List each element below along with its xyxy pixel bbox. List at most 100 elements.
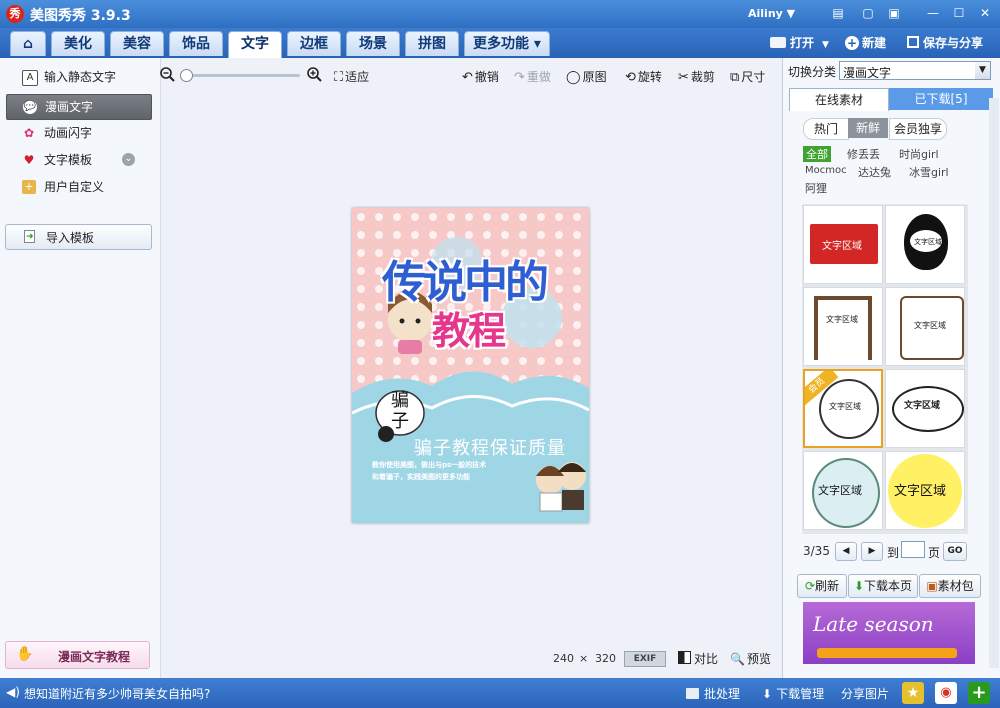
fit-icon: ⛶ xyxy=(334,70,344,85)
undo-button[interactable]: ↶ 撤销 xyxy=(462,68,499,85)
app-title: 美图秀秀 3.9.3 xyxy=(30,8,131,24)
tab-text[interactable]: 文字 xyxy=(228,31,282,58)
sidebar-item-custom[interactable]: + 用户自定义 xyxy=(6,175,150,199)
minimize-button[interactable]: — xyxy=(925,5,941,21)
tab-downloaded[interactable]: 已下载[5] xyxy=(889,88,993,110)
preview-icon: 🔍 xyxy=(730,652,745,666)
user-menu[interactable]: Ailiny ▼ xyxy=(748,7,795,20)
sidebar-item-static-text[interactable]: A 输入静态文字 xyxy=(6,65,150,89)
new-button[interactable]: + 新建 xyxy=(845,34,886,51)
tab-scene[interactable]: 场景 xyxy=(346,31,400,56)
author-3[interactable]: Mocmoc xyxy=(805,165,847,176)
zoom-in-icon[interactable] xyxy=(307,67,323,86)
open-button[interactable]: 打开 ▼ xyxy=(770,34,829,51)
page-number-input[interactable] xyxy=(901,541,925,558)
material-cell-vip[interactable]: 文字区域 会员 xyxy=(803,369,883,448)
download-manager-button[interactable]: ⬇ 下载管理 xyxy=(762,685,824,702)
rotate-button[interactable]: ⟲ 旋转 xyxy=(625,68,662,85)
pager-to-label: 到 xyxy=(887,546,900,560)
redo-button[interactable]: ↷ 重做 xyxy=(514,68,551,85)
maximize-button[interactable]: ☐ xyxy=(951,5,967,21)
preview-button[interactable]: 🔍 预览 xyxy=(730,650,771,667)
tab-collage[interactable]: 拼图 xyxy=(405,31,459,56)
tab-more[interactable]: 更多功能 ▾ xyxy=(464,31,550,56)
fit-button[interactable]: ⛶ 适应 xyxy=(334,68,369,85)
material-cell[interactable]: 文字区域 xyxy=(885,451,965,530)
package-icon: ▣ xyxy=(926,579,938,593)
tab-accessories[interactable]: 饰品 xyxy=(169,31,223,56)
add-icon[interactable]: + xyxy=(968,682,990,704)
prev-page-button[interactable]: ◀ xyxy=(835,542,857,561)
tab-border[interactable]: 边框 xyxy=(287,31,341,56)
undo-icon: ↶ xyxy=(462,70,473,85)
material-cell[interactable]: 文字区域 xyxy=(885,287,965,366)
next-page-button[interactable]: ▶ xyxy=(861,542,883,561)
poster-bubble-text: 骗子 xyxy=(391,390,409,432)
expand-icon[interactable]: ⌄ xyxy=(122,153,135,166)
material-cell[interactable]: 文字区域 xyxy=(885,369,965,448)
poster-title-line2: 教程 xyxy=(432,309,506,353)
go-button[interactable]: GO xyxy=(943,542,967,561)
download-page-button[interactable]: ⬇下载本页 xyxy=(848,574,918,598)
weibo-icon[interactable]: ◉ xyxy=(935,682,957,704)
plus-icon: + xyxy=(845,36,859,50)
skin-icon[interactable]: ▤ xyxy=(830,5,846,21)
author-2[interactable]: 时尚girl xyxy=(899,146,939,162)
zoom-slider-handle[interactable] xyxy=(180,69,193,82)
filter-new[interactable]: 新鲜 xyxy=(848,118,888,138)
right-scrollbar[interactable] xyxy=(989,98,999,668)
compare-button[interactable]: 对比 xyxy=(678,650,718,667)
zoom-slider[interactable] xyxy=(182,74,300,77)
poster-sub2: 和着骗子，实践美图的更多功能 xyxy=(372,473,470,481)
folder-icon xyxy=(770,37,786,48)
poster-sub1: 教你使用美图，做出与ps一般的技术 xyxy=(372,461,487,469)
image-canvas[interactable]: 传说中的 教程 骗子 骗子教程保证质量 教你使用美图，做出与ps一般的技术 和着… xyxy=(352,208,589,523)
filter-vip[interactable]: 会员独享 xyxy=(889,118,947,140)
poster-headline: 骗子教程保证质量 xyxy=(414,438,566,459)
original-button[interactable]: ◯ 原图 xyxy=(566,68,607,85)
author-4[interactable]: 达达兔 xyxy=(858,164,891,180)
tutorial-button[interactable]: ✋ 漫画文字教程 xyxy=(5,641,150,669)
batch-button[interactable]: 批处理 xyxy=(686,685,740,702)
message-icon[interactable]: ▢ xyxy=(860,5,876,21)
share-image-button[interactable]: 分享图片 xyxy=(841,685,889,702)
crop-button[interactable]: ✂ 裁剪 xyxy=(678,68,715,85)
refresh-button[interactable]: ⟳刷新 xyxy=(797,574,847,598)
filter-hot[interactable]: 热门 xyxy=(803,118,849,140)
material-cell[interactable]: 文字区域 xyxy=(803,451,883,530)
tab-beauty[interactable]: 美容 xyxy=(110,31,164,56)
promo-banner[interactable]: Late season xyxy=(803,602,975,664)
right-panel: 切换分类 漫画文字 ▼ 在线素材 已下载[5] 热门 新鲜 会员独享 全部 修丢… xyxy=(782,58,1000,678)
sidebar-item-text-template[interactable]: ♥ 文字模板 ⌄ xyxy=(6,148,150,172)
material-cell[interactable]: 文字区域 xyxy=(885,205,965,284)
author-all[interactable]: 全部 xyxy=(803,146,831,162)
import-template-button[interactable]: ➜ 导入模板 xyxy=(5,224,152,250)
folder-plus-icon: + xyxy=(22,180,36,194)
tab-beautify[interactable]: 美化 xyxy=(51,31,105,56)
material-cell[interactable]: 文字区域 xyxy=(803,205,883,284)
size-button[interactable]: ⧉ 尺寸 xyxy=(730,68,765,85)
exif-button[interactable]: EXIF xyxy=(624,651,666,667)
qzone-icon[interactable]: ★ xyxy=(902,682,924,704)
home-icon[interactable]: ⌂ xyxy=(10,31,46,56)
restore-icon[interactable]: ▣ xyxy=(886,5,902,21)
sidebar-item-comic-text[interactable]: 💬 漫画文字 xyxy=(6,94,152,120)
status-bar: ◀) 想知道附近有多少帅哥美女自拍吗? 批处理 ⬇ 下载管理 分享图片 ★ ◉ + xyxy=(0,678,1000,708)
flower-icon: ✿ xyxy=(23,126,35,140)
author-1[interactable]: 修丢丢 xyxy=(847,146,880,162)
category-select[interactable]: 漫画文字 ▼ xyxy=(839,61,991,80)
author-5[interactable]: 冰雪girl xyxy=(909,164,949,180)
status-message[interactable]: 想知道附近有多少帅哥美女自拍吗? xyxy=(24,685,210,702)
redo-icon: ↷ xyxy=(514,70,525,85)
import-icon: ➜ xyxy=(24,230,35,243)
material-cell[interactable]: 文字区域 xyxy=(803,287,883,366)
material-pack-button[interactable]: ▣素材包 xyxy=(919,574,981,598)
zoom-out-icon[interactable] xyxy=(160,67,176,86)
sidebar-item-animated-text[interactable]: ✿ 动画闪字 xyxy=(6,121,150,145)
compare-icon xyxy=(678,651,691,664)
scissors-icon: ✂ xyxy=(678,70,689,85)
save-share-button[interactable]: 保存与分享 xyxy=(907,34,983,51)
close-button[interactable]: ✕ xyxy=(977,5,993,21)
author-6[interactable]: 阿狸 xyxy=(805,180,827,196)
tab-online-material[interactable]: 在线素材 xyxy=(789,88,889,111)
